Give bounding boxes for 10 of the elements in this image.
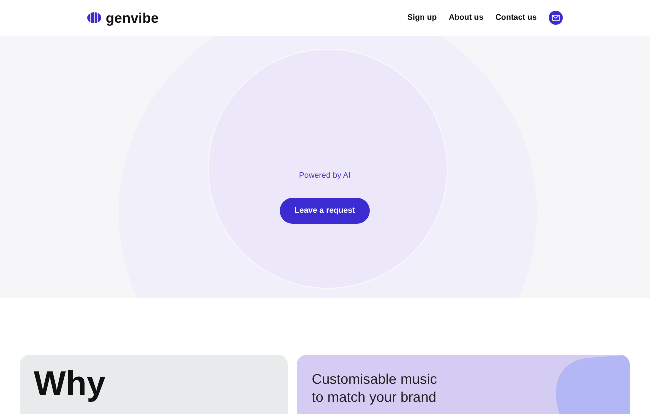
nav-link[interactable]: Contact us (496, 12, 537, 24)
logo-text[interactable]: genvibe (106, 8, 159, 28)
nav-link[interactable]: Sign up (408, 12, 437, 24)
logo-icon (87, 12, 102, 24)
card-title: Customisable music to match your brand (312, 370, 438, 406)
nav-link[interactable]: About us (448, 12, 484, 24)
mail-icon[interactable] (549, 11, 563, 25)
tagline: Powered by AI (299, 170, 351, 182)
request-button[interactable]: Leave a request (280, 198, 370, 224)
card-heading: Why (34, 367, 107, 401)
